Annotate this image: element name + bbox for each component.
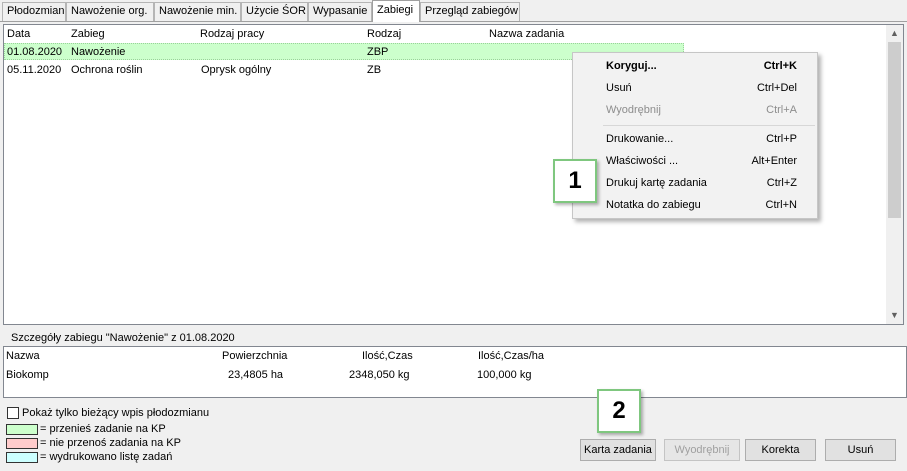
tab-uzycie-sor[interactable]: Użycie ŚOR bbox=[241, 2, 308, 21]
korekta-button[interactable]: Korekta bbox=[745, 439, 816, 461]
callout-1: 1 bbox=[553, 159, 597, 203]
tab-label: Płodozmian bbox=[7, 5, 65, 17]
cell-ilosc-czas: 2348,050 kg bbox=[349, 369, 410, 381]
menu-item-wyodrebnij: Wyodrębnij Ctrl+A bbox=[573, 99, 817, 121]
menu-item-shortcut: Ctrl+Del bbox=[756, 82, 797, 94]
current-entry-checkbox-label[interactable]: Pokaż tylko bieżący wpis płodozmianu bbox=[22, 407, 209, 419]
tab-label: Zabiegi bbox=[377, 4, 414, 16]
usun-button[interactable]: Usuń bbox=[825, 439, 896, 461]
legend-swatch-green bbox=[6, 424, 38, 435]
menu-item-label: Koryguj... bbox=[606, 60, 657, 72]
tab-label: Przegląd zabiegów bbox=[425, 5, 518, 17]
cell-ilosc-czas-ha: 100,000 kg bbox=[477, 369, 532, 381]
tab-nawozenie-min[interactable]: Nawożenie min. bbox=[154, 2, 241, 21]
tab-label: Wypasanie bbox=[313, 5, 368, 17]
column-header-data[interactable]: Data bbox=[7, 28, 30, 40]
column-header-ilosc-czas[interactable]: Ilość,Czas bbox=[362, 350, 413, 362]
menu-item-label: Wyodrębnij bbox=[606, 104, 661, 116]
cell-nazwa: Biokomp bbox=[6, 369, 49, 381]
legend-text: = wydrukowano listę zadań bbox=[40, 451, 173, 463]
list-header: Data Zabieg Rodzaj pracy Rodzaj Nazwa za… bbox=[4, 25, 890, 42]
menu-item-label: Usuń bbox=[606, 82, 632, 94]
column-header-nazwa[interactable]: Nazwa bbox=[6, 350, 40, 362]
cell-rodzaj-pracy: Oprysk ogólny bbox=[201, 64, 272, 76]
scroll-up-icon[interactable]: ▲ bbox=[886, 25, 903, 42]
legend-text: = nie przenoś zadania na KP bbox=[40, 437, 181, 449]
menu-item-shortcut: Ctrl+Z bbox=[766, 177, 797, 189]
column-header-rodzaj[interactable]: Rodzaj bbox=[367, 28, 401, 40]
column-header-rodzaj-pracy[interactable]: Rodzaj pracy bbox=[200, 28, 264, 40]
list-scrollbar[interactable]: ▲ ▼ bbox=[886, 25, 903, 324]
menu-item-drukowanie[interactable]: Drukowanie... Ctrl+P bbox=[573, 128, 817, 150]
column-header-ilosc-czas-ha[interactable]: Ilość,Czas/ha bbox=[478, 350, 544, 362]
cell-rodzaj: ZB bbox=[367, 64, 382, 76]
wyodrebnij-button: Wyodrębnij bbox=[664, 439, 740, 461]
tab-label: Nawożenie org. bbox=[71, 5, 148, 17]
cell-zabieg: Nawożenie bbox=[71, 46, 126, 58]
menu-item-notatka-do-zabiegu[interactable]: Notatka do zabiegu Ctrl+N bbox=[573, 194, 817, 216]
column-header-nazwa-zadania[interactable]: Nazwa zadania bbox=[489, 28, 564, 40]
cell-zabieg: Ochrona roślin bbox=[71, 64, 143, 76]
karta-zadania-button[interactable]: Karta zadania bbox=[580, 439, 656, 461]
menu-item-label: Drukowanie... bbox=[606, 133, 674, 145]
menu-item-drukuj-karte-zadania[interactable]: Drukuj kartę zadania Ctrl+Z bbox=[573, 172, 817, 194]
cell-data: 01.08.2020 bbox=[7, 46, 63, 58]
menu-item-koryguj[interactable]: Koryguj... Ctrl+K bbox=[573, 55, 817, 77]
tab-przeglad-zabiegow[interactable]: Przegląd zabiegów bbox=[420, 2, 520, 21]
tab-wypasanie[interactable]: Wypasanie bbox=[308, 2, 372, 21]
tab-zabiegi[interactable]: Zabiegi bbox=[372, 0, 420, 22]
scroll-thumb[interactable] bbox=[888, 42, 901, 218]
tab-bar: Płodozmian Nawożenie org. Nawożenie min.… bbox=[0, 0, 907, 22]
menu-item-label: Notatka do zabiegu bbox=[606, 199, 701, 211]
scroll-down-icon[interactable]: ▼ bbox=[886, 307, 903, 324]
column-header-zabieg[interactable]: Zabieg bbox=[71, 28, 105, 40]
cell-rodzaj: ZBP bbox=[367, 46, 389, 58]
legend-swatch-pink bbox=[6, 438, 38, 449]
menu-item-shortcut: Alt+Enter bbox=[751, 155, 797, 167]
menu-separator bbox=[603, 125, 815, 126]
menu-item-label: Drukuj kartę zadania bbox=[606, 177, 707, 189]
tab-nawozenie-org[interactable]: Nawożenie org. bbox=[66, 2, 154, 21]
menu-item-wlasciwosci[interactable]: Właściwości ... Alt+Enter bbox=[573, 150, 817, 172]
column-header-powierzchnia[interactable]: Powierzchnia bbox=[222, 350, 287, 362]
details-list[interactable]: Nazwa Powierzchnia Ilość,Czas Ilość,Czas… bbox=[3, 346, 907, 398]
cell-data: 05.11.2020 bbox=[7, 64, 62, 76]
cell-powierzchnia: 23,4805 ha bbox=[228, 369, 284, 381]
context-menu: Koryguj... Ctrl+K Usuń Ctrl+Del Wyodrębn… bbox=[572, 52, 818, 219]
tab-label: Użycie ŚOR bbox=[246, 5, 306, 17]
menu-item-shortcut: Ctrl+A bbox=[766, 104, 797, 116]
legend-text: = przenieś zadanie na KP bbox=[40, 423, 166, 435]
current-entry-checkbox[interactable] bbox=[7, 407, 19, 419]
menu-item-shortcut: Ctrl+N bbox=[765, 199, 797, 211]
menu-item-usun[interactable]: Usuń Ctrl+Del bbox=[573, 77, 817, 99]
legend-swatch-cyan bbox=[6, 452, 38, 463]
menu-item-shortcut: Ctrl+K bbox=[763, 60, 797, 72]
callout-2: 2 bbox=[597, 389, 641, 433]
menu-item-shortcut: Ctrl+P bbox=[766, 133, 797, 145]
tab-plodozmian[interactable]: Płodozmian bbox=[2, 2, 66, 21]
tab-label: Nawożenie min. bbox=[159, 5, 238, 17]
menu-item-label: Właściwości ... bbox=[606, 155, 679, 167]
details-title: Szczegóły zabiegu "Nawożenie" z 01.08.20… bbox=[11, 332, 235, 344]
